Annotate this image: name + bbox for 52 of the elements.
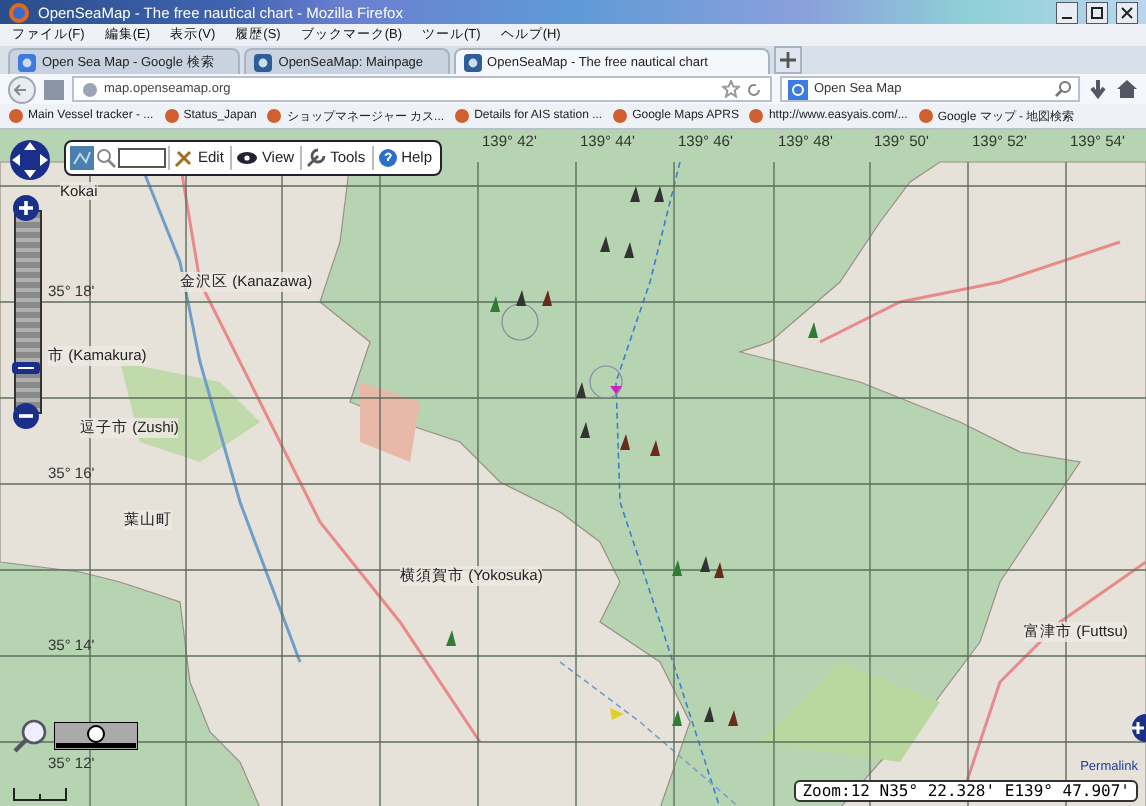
favicon-icon bbox=[18, 53, 36, 71]
download-icon[interactable] bbox=[1088, 77, 1108, 101]
close-icon[interactable] bbox=[1116, 1, 1138, 23]
slider-handle[interactable] bbox=[12, 362, 40, 375]
buoy-icon bbox=[808, 322, 818, 338]
bookmark-icon bbox=[917, 108, 934, 124]
bookmark-icon bbox=[266, 108, 283, 124]
minimize-icon[interactable] bbox=[1056, 1, 1078, 23]
zoom-in-icon[interactable] bbox=[12, 194, 40, 222]
buoy-icon bbox=[580, 422, 590, 438]
reload-icon[interactable] bbox=[746, 81, 762, 97]
magnifier-icon[interactable] bbox=[12, 718, 48, 754]
search-icon[interactable] bbox=[1054, 80, 1072, 98]
buoy-icon bbox=[620, 434, 630, 450]
map-search-field[interactable] bbox=[118, 148, 166, 168]
zoom-out-icon[interactable] bbox=[12, 402, 40, 430]
buoy-icon bbox=[576, 382, 586, 398]
bookmark-icon bbox=[8, 108, 24, 124]
scale-bar-icon bbox=[12, 786, 68, 802]
buoy-icon bbox=[446, 630, 456, 646]
back-icon[interactable] bbox=[8, 75, 36, 103]
search-icon bbox=[96, 148, 116, 168]
new-tab-icon[interactable] bbox=[774, 46, 802, 74]
eye-icon bbox=[235, 150, 258, 166]
zone-area bbox=[360, 382, 420, 462]
range-circle bbox=[589, 365, 623, 399]
bookmark-icon bbox=[748, 108, 765, 124]
wrench-icon bbox=[306, 148, 327, 168]
browser-logo-icon bbox=[8, 1, 30, 23]
star-icon[interactable] bbox=[722, 80, 740, 98]
pencil-icon bbox=[174, 148, 194, 168]
buoy-icon bbox=[672, 710, 682, 726]
buoy-icon bbox=[650, 440, 660, 456]
zoom-slider[interactable] bbox=[14, 210, 42, 414]
favicon-icon bbox=[463, 53, 482, 71]
bookmark-icon bbox=[163, 108, 180, 124]
pan-control-icon[interactable] bbox=[8, 138, 52, 182]
bookmark-icon bbox=[454, 108, 471, 124]
maximize-icon[interactable] bbox=[1086, 1, 1108, 23]
home-icon[interactable] bbox=[1116, 78, 1138, 100]
favicon-icon bbox=[254, 53, 273, 71]
search-engine-icon bbox=[788, 79, 808, 99]
license-badge-icon[interactable] bbox=[54, 722, 138, 750]
position-marker-icon bbox=[610, 708, 624, 720]
buoy-icon bbox=[672, 560, 682, 576]
bookmark-icon bbox=[612, 108, 629, 124]
coordinates-display: Zoom:12 N35° 22.328' E139° 47.907' bbox=[794, 780, 1138, 802]
expand-panel-icon[interactable] bbox=[1126, 714, 1146, 742]
range-circle bbox=[501, 303, 539, 341]
position-marker-icon bbox=[610, 386, 622, 394]
map-thumbnail-icon[interactable] bbox=[70, 146, 94, 170]
help-icon bbox=[377, 148, 398, 168]
